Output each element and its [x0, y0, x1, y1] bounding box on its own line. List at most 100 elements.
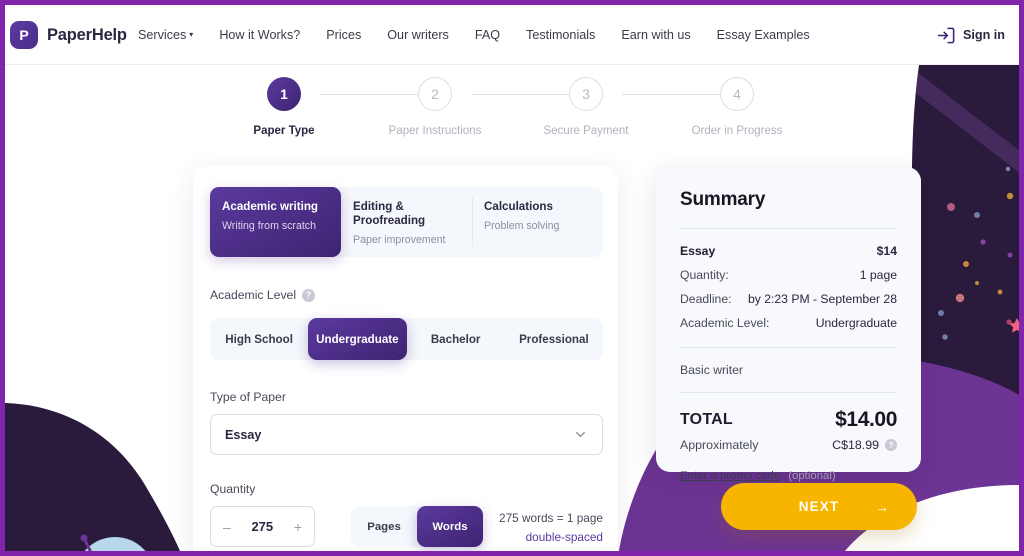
type-of-paper-value: Essay [225, 427, 262, 442]
academic-level-option-professional[interactable]: Professional [505, 318, 603, 360]
summary-approx-row: Approximately C$18.99 ? [680, 438, 897, 452]
next-button-label: NEXT [798, 499, 840, 514]
quantity-unit-segmented-control: Pages Words [351, 506, 483, 547]
order-form-card: Academic writing Writing from scratch Ed… [193, 166, 618, 551]
site-header: P PaperHelp Services ▾ How it Works? Pric… [5, 5, 1019, 65]
nav-item-how-it-works[interactable]: How it Works? [219, 28, 300, 42]
summary-divider [680, 392, 897, 393]
quantity-decrement-button[interactable]: – [223, 519, 231, 535]
summary-row-deadline: Deadline: by 2:23 PM - September 28 [680, 292, 897, 306]
service-tab-title: Editing & Proofreading [353, 200, 426, 227]
summary-total-value: $14.00 [835, 408, 897, 431]
promo-code-area: Enter a promo code (optional) [680, 470, 897, 482]
stepper-step-4[interactable]: 4 Order in Progress [677, 77, 797, 137]
quantity-unit-pages[interactable]: Pages [351, 506, 417, 547]
stepper-step-1[interactable]: 1 Paper Type [224, 77, 344, 137]
academic-level-option-bachelor[interactable]: Bachelor [407, 318, 505, 360]
nav-item-our-writers[interactable]: Our writers [387, 28, 449, 42]
question-mark-icon[interactable]: ? [885, 439, 897, 451]
type-of-paper-select[interactable]: Essay [210, 414, 603, 455]
summary-row-value: by 2:23 PM - September 28 [747, 292, 897, 306]
type-of-paper-label-text: Type of Paper [210, 390, 286, 404]
stepper-label: Order in Progress [691, 125, 783, 137]
brand-name: PaperHelp [47, 25, 127, 44]
stepper-label: Paper Type [253, 125, 315, 137]
service-tab-subtitle: Writing from scratch [222, 220, 316, 232]
service-tab-calculations[interactable]: Calculations Problem solving [472, 187, 603, 257]
stepper-circle: 2 [418, 77, 452, 111]
summary-row-key: Academic Level: [680, 316, 770, 330]
summary-total-label: TOTAL [680, 411, 733, 428]
nav-item-essay-examples[interactable]: Essay Examples [717, 28, 810, 42]
summary-row-value: 1 page [859, 268, 897, 282]
stepper-step-2[interactable]: 2 Paper Instructions [375, 77, 495, 137]
academic-level-option-undergraduate[interactable]: Undergraduate [308, 318, 407, 360]
summary-row-essay: Essay $14 [680, 244, 897, 258]
summary-total-row: TOTAL $14.00 [680, 408, 897, 432]
page-viewport: P PaperHelp Services ▾ How it Works? Pric… [5, 5, 1019, 551]
chevron-down-icon: ▾ [189, 30, 194, 39]
summary-title: Summary [680, 189, 766, 210]
summary-row-academic-level: Academic Level: Undergraduate [680, 316, 897, 330]
nav-item-label: Services [138, 28, 187, 42]
nav-item-prices[interactable]: Prices [326, 28, 361, 42]
stepper-label: Paper Instructions [388, 125, 482, 137]
academic-level-option-high-school[interactable]: High School [210, 318, 308, 360]
quantity-label-text: Quantity [210, 482, 256, 496]
summary-approx-label: Approximately [680, 438, 759, 452]
logo[interactable]: P PaperHelp [10, 21, 127, 49]
stepper-step-3[interactable]: 3 Secure Payment [526, 77, 646, 137]
stepper-label: Secure Payment [543, 125, 629, 137]
summary-approx-value-wrap: C$18.99 ? [832, 438, 897, 452]
quantity-unit-words[interactable]: Words [417, 506, 483, 547]
service-tab-subtitle: Problem solving [484, 220, 560, 232]
summary-row-value: Undergraduate [815, 316, 897, 330]
nav-item-earn-with-us[interactable]: Earn with us [621, 28, 690, 42]
word-count-note: 275 words = 1 page double-spaced [493, 509, 603, 547]
main-navigation: Services ▾ How it Works? Prices Our write… [138, 5, 836, 65]
summary-writer-tier: Basic writer [680, 363, 743, 377]
service-type-tabs: Academic writing Writing from scratch Ed… [210, 187, 603, 257]
chevron-down-icon [576, 432, 585, 437]
academic-level-segmented-control: High School Undergraduate Bachelor Profe… [210, 318, 603, 360]
nav-item-testimonials[interactable]: Testimonials [526, 28, 595, 42]
quantity-label: Quantity [210, 482, 255, 496]
promo-code-optional-note: (optional) [788, 470, 836, 482]
question-mark-icon[interactable]: ? [302, 288, 316, 302]
academic-level-label-text: Academic Level [210, 288, 297, 302]
summary-card: Summary Essay $14 Quantity: 1 page Deadl… [656, 167, 921, 482]
summary-divider [680, 228, 897, 229]
quantity-increment-button[interactable]: + [294, 519, 302, 535]
summary-row-key: Quantity: [680, 268, 729, 282]
quantity-stepper: – 275 + [210, 506, 315, 547]
promo-code-link[interactable]: Enter a promo code [680, 470, 780, 482]
arrow-right-icon: → [875, 498, 889, 515]
next-button[interactable]: NEXT → [721, 483, 917, 530]
sign-in-icon [937, 27, 955, 43]
summary-row-key: Essay [680, 244, 716, 258]
nav-item-services[interactable]: Services ▾ [138, 28, 193, 42]
word-count-note-line1: 275 words = 1 page [499, 511, 603, 525]
type-of-paper-label: Type of Paper [210, 390, 286, 404]
word-count-note-line2: double-spaced [525, 530, 603, 544]
service-tab-title: Academic writing [222, 200, 318, 213]
logo-mark-icon: P [10, 21, 38, 49]
service-tab-title: Calculations [484, 200, 553, 213]
service-tab-subtitle: Paper improvement [353, 234, 446, 246]
academic-level-label: Academic Level ? [210, 288, 316, 302]
progress-stepper: 1 Paper Type 2 Paper Instructions 3 Secu… [5, 77, 1019, 157]
sign-in-label: Sign in [963, 28, 1005, 42]
stepper-circle: 3 [569, 77, 603, 111]
stepper-circle: 4 [720, 77, 754, 111]
summary-row-key: Deadline: [680, 292, 732, 306]
nav-item-faq[interactable]: FAQ [475, 28, 500, 42]
sign-in-button[interactable]: Sign in [937, 5, 1005, 65]
summary-approx-value: C$18.99 [832, 438, 879, 452]
service-tab-editing-proofreading[interactable]: Editing & Proofreading Paper improvement [341, 187, 472, 257]
summary-divider [680, 347, 897, 348]
summary-row-quantity: Quantity: 1 page [680, 268, 897, 282]
quantity-value[interactable]: 275 [251, 519, 273, 534]
summary-row-value: $14 [876, 244, 897, 258]
stepper-circle: 1 [267, 77, 301, 111]
service-tab-academic-writing[interactable]: Academic writing Writing from scratch [210, 187, 341, 257]
